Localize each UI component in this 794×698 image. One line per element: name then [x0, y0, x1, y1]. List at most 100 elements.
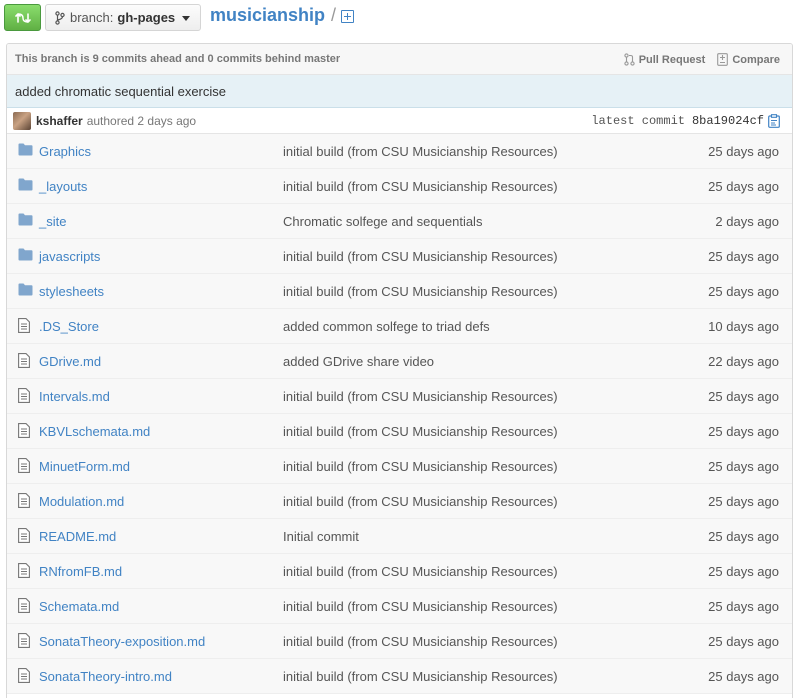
file-name-link[interactable]: SonataTheory-intro.md — [39, 659, 172, 694]
file-name-link[interactable]: Modulation.md — [39, 484, 124, 519]
file-commit-message[interactable]: initial build (from CSU Musicianship Res… — [283, 659, 558, 694]
file-commit-message[interactable]: Chromatic solfege and sequentials — [283, 204, 482, 239]
file-text-icon — [18, 563, 30, 581]
chevron-down-icon — [182, 16, 191, 21]
file-row: _site Chromatic solfege and sequentials 2 … — [7, 204, 792, 239]
file-name-link[interactable]: _layouts — [39, 169, 87, 204]
commit-message-text[interactable]: added chromatic sequential exercise — [15, 84, 226, 99]
folder-icon — [18, 213, 33, 229]
file-commit-message[interactable]: Initial commit — [283, 519, 359, 554]
repo-header: branch: gh-pages musicianship / — [0, 0, 794, 36]
file-row: Graphics initial build (from CSU Musician… — [7, 134, 792, 169]
file-commit-message[interactable]: added common solfege to triad defs — [283, 309, 490, 344]
file-name-link[interactable]: .DS_Store — [39, 309, 99, 344]
file-name-link[interactable]: README.md — [39, 519, 116, 554]
folder-icon — [18, 283, 33, 299]
folder-icon — [18, 178, 33, 194]
file-commit-message[interactable]: initial build (from CSU Musicianship Res… — [283, 624, 558, 659]
branch-name: gh-pages — [117, 10, 176, 25]
file-age: 25 days ago — [708, 144, 779, 159]
file-age: 25 days ago — [708, 599, 779, 614]
file-commit-message[interactable]: initial build (from CSU Musicianship Res… — [283, 449, 558, 484]
file-name-link[interactable]: Schemata.md — [39, 589, 119, 624]
file-text-icon — [18, 388, 30, 406]
clipboard-icon[interactable] — [768, 114, 780, 128]
commit-authored-time: authored 2 days ago — [86, 113, 197, 128]
branch-status-text: This branch is 9 commits ahead and 0 com… — [15, 53, 341, 65]
new-file-icon[interactable] — [341, 10, 355, 23]
breadcrumb: musicianship / — [210, 5, 355, 26]
file-name-link[interactable]: MinuetForm.md — [39, 449, 130, 484]
file-text-icon — [18, 493, 30, 511]
file-text-icon — [18, 633, 30, 651]
repo-name-link[interactable]: musicianship — [210, 5, 325, 26]
file-text-icon — [18, 423, 30, 441]
file-age: 25 days ago — [708, 669, 779, 684]
file-text-icon — [18, 318, 30, 336]
file-text-icon — [18, 353, 30, 371]
branch-icon — [55, 10, 65, 25]
file-text-icon — [18, 458, 30, 476]
compare-label: Compare — [732, 53, 780, 66]
branch-actions: Pull Request Compare — [624, 44, 780, 75]
file-age: 2 days ago — [715, 214, 779, 229]
file-row: SonataTheory-intro.md initial build (from… — [7, 659, 792, 694]
branch-select-button[interactable]: branch: gh-pages — [45, 4, 201, 31]
file-name-link[interactable]: RNfromFB.md — [39, 554, 122, 589]
commit-author[interactable]: kshaffer — [36, 114, 83, 128]
file-row: Intervals.md initial build (from CSU Musi… — [7, 379, 792, 414]
pull-request-label: Pull Request — [638, 53, 706, 66]
avatar[interactable] — [13, 111, 31, 130]
compare-arrows-icon — [14, 12, 31, 23]
file-name-link[interactable]: SonataTheory-exposition.md — [39, 624, 205, 659]
compare-review-button[interactable] — [4, 4, 41, 31]
file-row: _layouts initial build (from CSU Musician… — [7, 169, 792, 204]
file-age: 25 days ago — [708, 564, 779, 579]
file-age: 25 days ago — [708, 494, 779, 509]
file-commit-message[interactable]: initial build (from CSU Musicianship Res… — [283, 589, 558, 624]
file-text-icon — [18, 598, 30, 616]
file-text-icon — [18, 668, 30, 686]
latest-commit-meta: kshaffer authored 2 days ago latest comm… — [7, 108, 792, 134]
file-row: MinuetForm.md initial build (from CSU Mus… — [7, 449, 792, 484]
file-age: 25 days ago — [708, 389, 779, 404]
file-row: stylesheets initial build (from CSU Music… — [7, 274, 792, 309]
file-name-link[interactable]: Graphics — [39, 134, 91, 169]
file-commit-message[interactable]: initial build (from CSU Musicianship Res… — [283, 134, 558, 169]
commit-sha-link[interactable]: 8ba19024cf — [692, 114, 764, 128]
compare-icon — [717, 53, 729, 66]
file-row: README.md Initial commit 25 days ago — [7, 519, 792, 554]
compare-link[interactable]: Compare — [717, 53, 780, 66]
file-commit-message[interactable]: initial build (from CSU Musicianship Res… — [283, 484, 558, 519]
file-name-link[interactable]: _site — [39, 204, 66, 239]
file-commit-message[interactable]: initial build (from CSU Musicianship Res… — [283, 414, 558, 449]
latest-commit-message: added chromatic sequential exercise — [7, 75, 792, 108]
pull-request-link[interactable]: Pull Request — [624, 53, 706, 66]
file-name-link[interactable]: KBVLschemata.md — [39, 414, 150, 449]
file-commit-message[interactable]: initial build (from CSU Musicianship Res… — [283, 274, 558, 309]
file-name-link[interactable]: stylesheets — [39, 274, 104, 309]
file-commit-message[interactable]: initial build (from CSU Musicianship Res… — [283, 169, 558, 204]
folder-icon — [18, 248, 33, 264]
latest-commit-sha-block: latest commit 8ba19024cf — [591, 108, 780, 134]
file-name-link[interactable]: javascripts — [39, 239, 100, 274]
file-age: 25 days ago — [708, 459, 779, 474]
file-row: Schemata.md initial build (from CSU Music… — [7, 589, 792, 624]
file-age: 25 days ago — [708, 179, 779, 194]
file-row: RNfromFB.md initial build (from CSU Music… — [7, 554, 792, 589]
pull-request-icon — [624, 53, 635, 66]
file-commit-message[interactable]: initial build (from CSU Musicianship Res… — [283, 554, 558, 589]
file-row: SonataTheory-exposition.md initial build … — [7, 624, 792, 659]
file-commit-message[interactable]: initial build (from CSU Musicianship Res… — [283, 239, 558, 274]
folder-icon — [18, 143, 33, 159]
file-name-link[interactable]: Intervals.md — [39, 379, 110, 414]
branch-status-bar: This branch is 9 commits ahead and 0 com… — [7, 44, 792, 75]
file-age: 25 days ago — [708, 634, 779, 649]
file-commit-message[interactable]: added GDrive share video — [283, 344, 434, 379]
file-row: .DS_Store added common solfege to triad d… — [7, 309, 792, 344]
file-row: GDrive.md added GDrive share video 22 days… — [7, 344, 792, 379]
file-age: 25 days ago — [708, 284, 779, 299]
file-name-link[interactable]: GDrive.md — [39, 344, 101, 379]
file-commit-message[interactable]: initial build (from CSU Musicianship Res… — [283, 379, 558, 414]
file-row: javascripts initial build (from CSU Music… — [7, 239, 792, 274]
